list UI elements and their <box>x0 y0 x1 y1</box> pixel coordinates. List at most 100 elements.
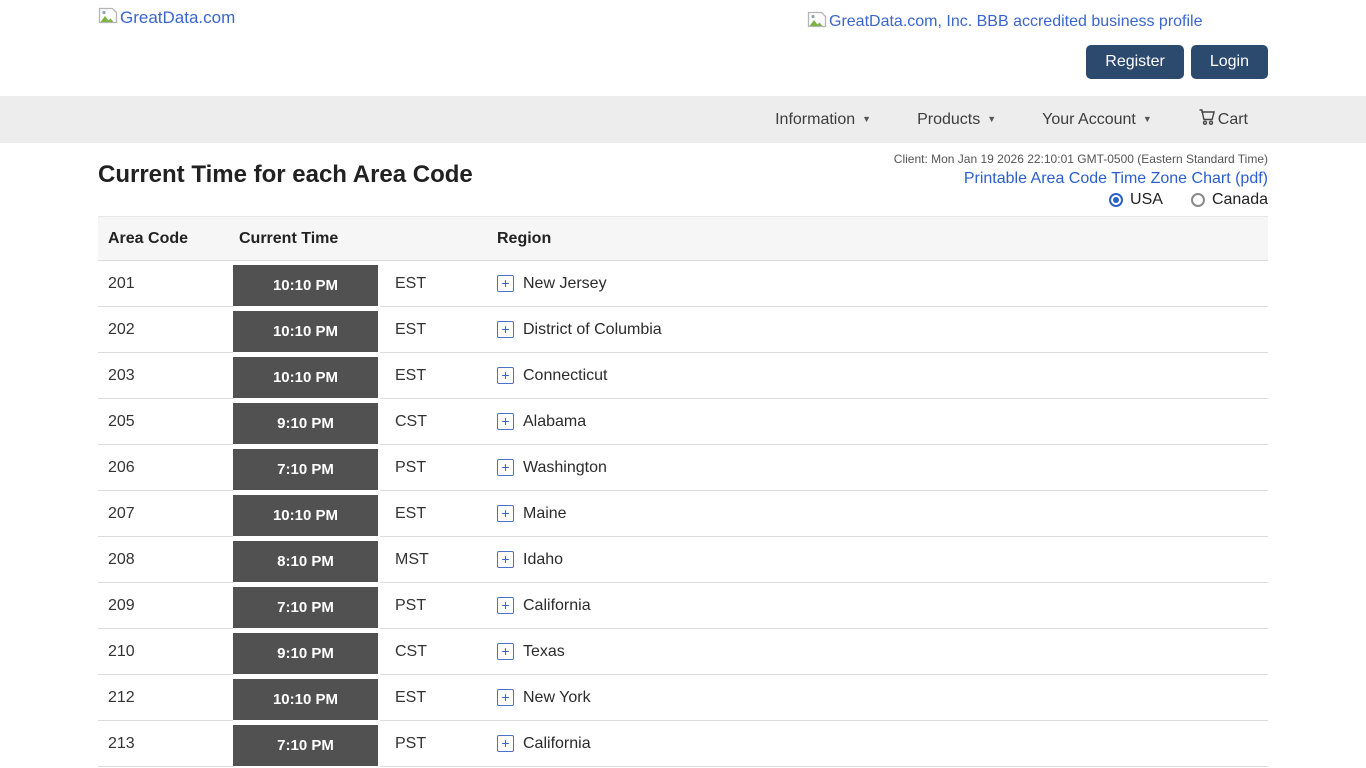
region-name: California <box>523 597 591 615</box>
time-cell: 7:10 PM <box>233 583 380 629</box>
canada-radio-label: Canada <box>1212 190 1268 210</box>
radio-unselected-icon[interactable] <box>1191 193 1205 207</box>
expand-plus-icon[interactable]: + <box>497 551 514 568</box>
printable-chart-link[interactable]: Printable Area Code Time Zone Chart (pdf… <box>964 168 1268 189</box>
current-time-display: 7:10 PM <box>233 725 378 766</box>
current-time-display: 9:10 PM <box>233 633 378 674</box>
broken-image-icon <box>98 7 118 29</box>
table-row: 205 9:10 PM CST + Alabama <box>98 399 1268 445</box>
region-cell: + Connecticut <box>497 353 1268 399</box>
expand-plus-icon[interactable]: + <box>497 275 514 292</box>
timezone-cell: EST <box>380 491 497 537</box>
nav-label: Information <box>775 111 855 129</box>
region-cell: + District of Columbia <box>497 307 1268 353</box>
country-selector: USA Canada <box>98 190 1268 210</box>
nav-label: Cart <box>1218 111 1248 129</box>
region-cell: + California <box>497 721 1268 767</box>
timezone-cell: PST <box>380 445 497 491</box>
area-code-cell: 205 <box>98 399 233 445</box>
time-cell: 10:10 PM <box>233 261 380 307</box>
current-time-display: 7:10 PM <box>233 449 378 490</box>
header-spacer <box>380 217 497 260</box>
region-cell: + Idaho <box>497 537 1268 583</box>
region-name: New Jersey <box>523 275 607 293</box>
region-cell: + Maine <box>497 491 1268 537</box>
expand-plus-icon[interactable]: + <box>497 643 514 660</box>
header-area-code: Area Code <box>98 217 233 260</box>
region-name: Texas <box>523 643 565 661</box>
bbb-alt-text: GreatData.com, Inc. BBB accredited busin… <box>829 13 1203 31</box>
table-row: 208 8:10 PM MST + Idaho <box>98 537 1268 583</box>
chevron-down-icon: ▼ <box>1143 115 1152 124</box>
login-button[interactable]: Login <box>1191 45 1268 79</box>
current-time-display: 10:10 PM <box>233 495 378 536</box>
area-code-cell: 213 <box>98 721 233 767</box>
time-cell: 10:10 PM <box>233 353 380 399</box>
usa-radio-option[interactable]: USA <box>1109 190 1163 210</box>
expand-plus-icon[interactable]: + <box>497 689 514 706</box>
area-code-table-body: 201 10:10 PM EST + New Jersey 202 10:10 … <box>98 261 1268 768</box>
area-code-cell: 209 <box>98 583 233 629</box>
nav-item-cart[interactable]: Cart <box>1198 108 1248 131</box>
region-cell: + Texas <box>497 629 1268 675</box>
main-content: Client: Mon Jan 19 2026 22:10:01 GMT-050… <box>98 143 1268 768</box>
nav-item-information[interactable]: Information ▼ <box>775 111 871 129</box>
table-row: 207 10:10 PM EST + Maine <box>98 491 1268 537</box>
current-time-display: 10:10 PM <box>233 311 378 352</box>
region-name: Idaho <box>523 551 563 569</box>
region-name: New York <box>523 689 591 707</box>
timezone-cell: PST <box>380 721 497 767</box>
chevron-down-icon: ▼ <box>987 115 996 124</box>
nav-label: Products <box>917 111 980 129</box>
header-current-time: Current Time <box>233 217 380 260</box>
expand-plus-icon[interactable]: + <box>497 367 514 384</box>
nav-item-products[interactable]: Products ▼ <box>917 111 996 129</box>
expand-plus-icon[interactable]: + <box>497 597 514 614</box>
expand-plus-icon[interactable]: + <box>497 459 514 476</box>
register-button[interactable]: Register <box>1086 45 1184 79</box>
area-code-cell: 202 <box>98 307 233 353</box>
timezone-cell: EST <box>380 261 497 307</box>
usa-radio-label: USA <box>1130 190 1163 210</box>
main-navbar: Information ▼ Products ▼ Your Account ▼ … <box>0 96 1366 143</box>
table-row: 201 10:10 PM EST + New Jersey <box>98 261 1268 307</box>
logo-alt-text: GreatData.com <box>120 8 235 28</box>
canada-radio-option[interactable]: Canada <box>1191 190 1268 210</box>
timezone-cell: MST <box>380 537 497 583</box>
nav-item-your-account[interactable]: Your Account ▼ <box>1042 111 1152 129</box>
area-code-cell: 210 <box>98 629 233 675</box>
expand-plus-icon[interactable]: + <box>497 505 514 522</box>
current-time-display: 10:10 PM <box>233 357 378 398</box>
time-cell: 7:10 PM <box>233 445 380 491</box>
radio-selected-icon[interactable] <box>1109 193 1123 207</box>
current-time-display: 9:10 PM <box>233 403 378 444</box>
expand-plus-icon[interactable]: + <box>497 413 514 430</box>
table-row: 213 7:10 PM PST + California <box>98 721 1268 767</box>
area-code-cell: 208 <box>98 537 233 583</box>
time-cell: 9:10 PM <box>233 629 380 675</box>
table-row: 212 10:10 PM EST + New York <box>98 675 1268 721</box>
time-cell: 7:10 PM <box>233 721 380 767</box>
current-time-display: 7:10 PM <box>233 587 378 628</box>
bbb-accredited-link[interactable]: GreatData.com, Inc. BBB accredited busin… <box>807 11 1203 33</box>
logo-link[interactable]: GreatData.com <box>98 7 235 29</box>
table-row: 202 10:10 PM EST + District of Columbia <box>98 307 1268 353</box>
time-cell: 8:10 PM <box>233 537 380 583</box>
expand-plus-icon[interactable]: + <box>497 321 514 338</box>
timezone-cell: CST <box>380 399 497 445</box>
region-name: Maine <box>523 505 567 523</box>
page-title: Current Time for each Area Code <box>98 161 473 189</box>
area-code-cell: 203 <box>98 353 233 399</box>
timezone-cell: EST <box>380 353 497 399</box>
area-code-table: Area Code Current Time Region 201 10:10 … <box>98 216 1268 768</box>
area-code-cell: 212 <box>98 675 233 721</box>
region-cell: + New York <box>497 675 1268 721</box>
top-header: GreatData.com GreatData.com, Inc. BBB ac… <box>0 0 1366 96</box>
time-cell: 10:10 PM <box>233 491 380 537</box>
expand-plus-icon[interactable]: + <box>497 735 514 752</box>
timezone-cell: PST <box>380 583 497 629</box>
time-cell: 9:10 PM <box>233 399 380 445</box>
area-code-cell: 201 <box>98 261 233 307</box>
header-region: Region <box>497 217 1268 260</box>
current-time-display: 10:10 PM <box>233 679 378 720</box>
